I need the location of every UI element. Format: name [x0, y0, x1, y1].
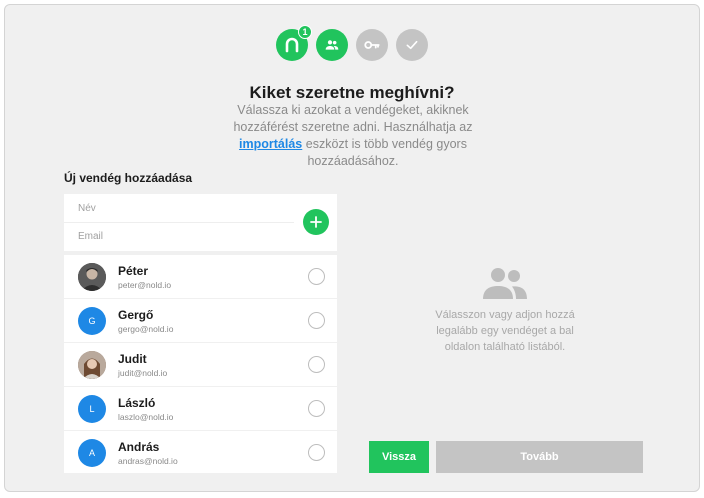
guest-select-radio[interactable] — [308, 268, 325, 285]
people-icon — [325, 40, 339, 50]
guest-list: Péter peter@nold.io G Gergő gergo@nold.i… — [64, 255, 337, 473]
guest-name: András — [118, 440, 160, 454]
step-access[interactable] — [356, 29, 388, 61]
name-field[interactable]: Név — [78, 203, 96, 214]
guest-name: Judit — [118, 352, 147, 366]
page-title: Kiket szeretne meghívni? — [249, 83, 455, 102]
guest-email: judit@nold.io — [118, 368, 168, 378]
guest-select-radio[interactable] — [308, 356, 325, 373]
guest-select-radio[interactable] — [308, 400, 325, 417]
people-icon — [483, 268, 527, 299]
guest-select-radio[interactable] — [308, 312, 325, 329]
subtitle-text-start: Válassza ki azokat a vendégeket, akiknek… — [233, 103, 473, 134]
step-confirm[interactable] — [396, 29, 428, 61]
avatar — [78, 263, 106, 291]
form-divider — [64, 222, 294, 223]
list-item[interactable]: Judit judit@nold.io — [64, 343, 337, 387]
check-icon — [406, 40, 418, 50]
list-item[interactable]: A András andras@nold.io — [64, 431, 337, 475]
nold-logo-icon — [285, 37, 299, 53]
page-subtitle: Válassza ki azokat a vendégeket, akiknek… — [215, 102, 491, 170]
avatar: G — [78, 307, 106, 335]
list-item[interactable]: G Gergő gergo@nold.io — [64, 299, 337, 343]
plus-icon — [310, 216, 322, 228]
next-button[interactable]: Tovább — [436, 441, 643, 473]
import-link[interactable]: importálás — [239, 137, 302, 151]
step-badge: 1 — [298, 25, 312, 39]
guest-email: peter@nold.io — [118, 280, 172, 290]
stepper: 1 — [5, 25, 699, 61]
avatar — [78, 351, 106, 379]
key-icon — [364, 41, 380, 49]
guest-email: gergo@nold.io — [118, 324, 174, 334]
guest-name: Gergő — [118, 308, 154, 322]
list-item[interactable]: Péter peter@nold.io — [64, 255, 337, 299]
invite-dialog: 1 Kiket szeretne meghívni? Válassza ki a… — [4, 4, 700, 492]
new-guest-form: Név Email — [64, 194, 337, 251]
avatar: A — [78, 439, 106, 467]
list-item[interactable]: L László laszlo@nold.io — [64, 387, 337, 431]
new-guest-label: Új vendég hozzáadása — [64, 171, 193, 185]
add-guest-button[interactable] — [303, 209, 329, 235]
step-guests[interactable] — [316, 29, 348, 61]
guest-name: László — [118, 396, 156, 410]
guest-email: andras@nold.io — [118, 456, 178, 466]
subtitle-text-end: eszközt is több vendég gyors hozzáadásáh… — [302, 137, 467, 168]
guest-select-radio[interactable] — [308, 444, 325, 461]
avatar: L — [78, 395, 106, 423]
back-button[interactable]: Vissza — [369, 441, 429, 473]
email-field[interactable]: Email — [78, 231, 103, 242]
step-nold[interactable]: 1 — [276, 25, 312, 61]
guest-name: Péter — [118, 264, 149, 278]
empty-state-text: Válasszon vagy adjon hozzá legalább egy … — [435, 309, 575, 353]
guest-email: laszlo@nold.io — [118, 412, 174, 422]
